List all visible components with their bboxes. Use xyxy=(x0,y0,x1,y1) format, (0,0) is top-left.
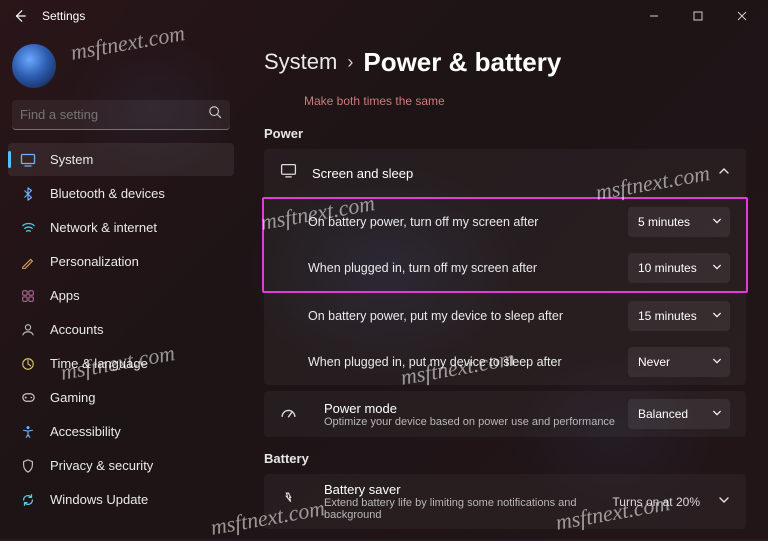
screen-and-sleep-header[interactable]: Screen and sleep xyxy=(264,149,746,197)
chevron-right-icon: › xyxy=(347,52,353,73)
app-title: Settings xyxy=(42,9,85,23)
screen-and-sleep-card: Screen and sleep On battery power, turn … xyxy=(264,149,746,385)
chevron-down-icon xyxy=(712,309,722,323)
screen-off-plugged-row: When plugged in, turn off my screen afte… xyxy=(264,245,746,291)
nav-label: Accounts xyxy=(50,322,103,337)
avatar xyxy=(12,44,56,88)
nav-accessibility[interactable]: Accessibility xyxy=(8,415,234,448)
content: System › Power & battery Make both times… xyxy=(242,32,768,539)
titlebar: Settings xyxy=(0,0,768,32)
screen-icon xyxy=(280,162,298,184)
chevron-down-icon xyxy=(712,261,722,275)
power-mode-card: Power mode Optimize your device based on… xyxy=(264,391,746,437)
chevron-down-icon xyxy=(712,355,722,369)
power-mode-title: Power mode xyxy=(324,401,616,416)
breadcrumb-root[interactable]: System xyxy=(264,49,337,75)
row-label: On battery power, put my device to sleep… xyxy=(308,309,616,323)
row-label: When plugged in, put my device to sleep … xyxy=(308,355,616,369)
sleep-battery-row: On battery power, put my device to sleep… xyxy=(264,293,746,339)
search-input[interactable] xyxy=(20,107,208,122)
battery-saver-card: Battery saver Extend battery life by lim… xyxy=(264,474,746,529)
make-both-same-link[interactable]: Make both times the same xyxy=(304,94,746,108)
nav-personalization[interactable]: Personalization xyxy=(8,245,234,278)
power-mode-subtitle: Optimize your device based on power use … xyxy=(324,416,616,428)
nav-label: Network & internet xyxy=(50,220,157,235)
battery-saver-status: Turns on at 20% xyxy=(612,495,700,509)
search-box[interactable] xyxy=(12,100,230,130)
maximize-button[interactable] xyxy=(676,2,720,30)
nav-label: Accessibility xyxy=(50,424,121,439)
sleep-plugged-dropdown[interactable]: Never xyxy=(628,347,730,377)
chevron-down-icon xyxy=(712,407,722,421)
nav-time-language[interactable]: Time & language xyxy=(8,347,234,380)
sidebar: System Bluetooth & devices Network & int… xyxy=(0,32,242,539)
battery-saver-title: Battery saver xyxy=(324,482,600,497)
highlight-box: On battery power, turn off my screen aft… xyxy=(262,197,748,293)
nav-apps[interactable]: Apps xyxy=(8,279,234,312)
chevron-down-icon xyxy=(712,215,722,229)
nav-privacy[interactable]: Privacy & security xyxy=(8,449,234,482)
nav-bluetooth[interactable]: Bluetooth & devices xyxy=(8,177,234,210)
breadcrumb: System › Power & battery xyxy=(264,40,746,84)
personalization-icon xyxy=(20,254,36,270)
battery-saver-subtitle: Extend battery life by limiting some not… xyxy=(324,497,600,521)
nav-label: Time & language xyxy=(50,356,148,371)
close-button[interactable] xyxy=(720,2,764,30)
power-mode-icon xyxy=(280,403,298,425)
sleep-plugged-row: When plugged in, put my device to sleep … xyxy=(264,339,746,385)
bluetooth-icon xyxy=(20,186,36,202)
power-mode-dropdown[interactable]: Balanced xyxy=(628,399,730,429)
user-row[interactable] xyxy=(12,42,230,90)
update-icon xyxy=(20,492,36,508)
battery-saver-row[interactable]: Battery saver Extend battery life by lim… xyxy=(264,474,746,529)
nav-system[interactable]: System xyxy=(8,143,234,176)
nav: System Bluetooth & devices Network & int… xyxy=(0,140,242,539)
sleep-battery-dropdown[interactable]: 15 minutes xyxy=(628,301,730,331)
screen-off-battery-dropdown[interactable]: 5 minutes xyxy=(628,207,730,237)
nav-label: Personalization xyxy=(50,254,139,269)
back-button[interactable] xyxy=(4,0,36,32)
system-icon xyxy=(20,152,36,168)
nav-label: System xyxy=(50,152,93,167)
nav-gaming[interactable]: Gaming xyxy=(8,381,234,414)
screen-off-plugged-dropdown[interactable]: 10 minutes xyxy=(628,253,730,283)
section-battery: Battery xyxy=(264,451,746,466)
apps-icon xyxy=(20,288,36,304)
network-icon xyxy=(20,220,36,236)
battery-saver-icon xyxy=(280,491,298,513)
accessibility-icon xyxy=(20,424,36,440)
screen-off-battery-row: On battery power, turn off my screen aft… xyxy=(264,199,746,245)
nav-label: Windows Update xyxy=(50,492,148,507)
chevron-down-icon xyxy=(718,493,730,511)
breadcrumb-current: Power & battery xyxy=(363,47,561,78)
nav-windows-update[interactable]: Windows Update xyxy=(8,483,234,516)
nav-label: Apps xyxy=(50,288,80,303)
time-icon xyxy=(20,356,36,372)
nav-label: Privacy & security xyxy=(50,458,153,473)
section-power: Power xyxy=(264,126,746,141)
nav-label: Bluetooth & devices xyxy=(50,186,165,201)
power-mode-row[interactable]: Power mode Optimize your device based on… xyxy=(264,391,746,437)
minimize-button[interactable] xyxy=(632,2,676,30)
accounts-icon xyxy=(20,322,36,338)
chevron-up-icon xyxy=(718,164,730,182)
row-label: On battery power, turn off my screen aft… xyxy=(308,215,616,229)
gaming-icon xyxy=(20,390,36,406)
nav-network[interactable]: Network & internet xyxy=(8,211,234,244)
nav-label: Gaming xyxy=(50,390,96,405)
nav-accounts[interactable]: Accounts xyxy=(8,313,234,346)
card-title: Screen and sleep xyxy=(312,166,718,181)
row-label: When plugged in, turn off my screen afte… xyxy=(308,261,616,275)
privacy-icon xyxy=(20,458,36,474)
search-icon xyxy=(208,105,222,124)
